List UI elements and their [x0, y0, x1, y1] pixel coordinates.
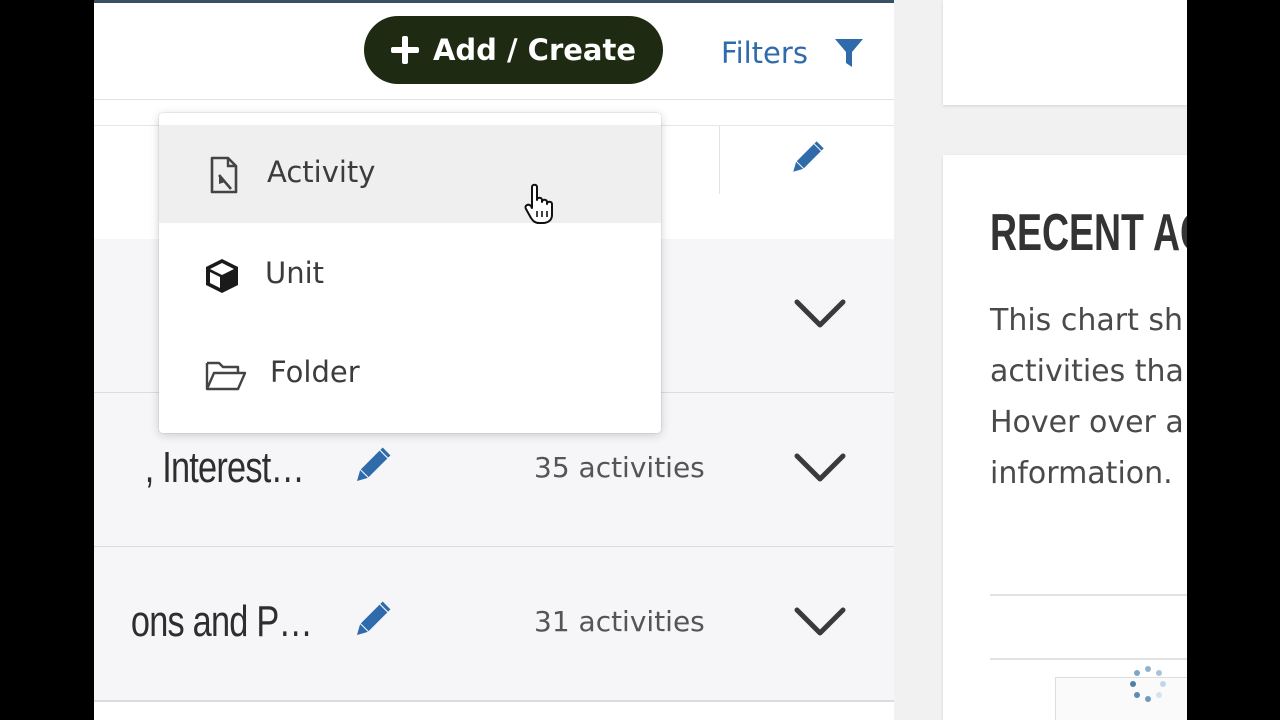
right-top-card — [943, 0, 1187, 105]
menu-item-label: Activity — [267, 155, 376, 189]
row-title: ons and P… — [130, 597, 312, 646]
hand-pointer-cursor-icon — [524, 183, 553, 224]
recent-activity-description: This chart sh activities tha Hover over … — [990, 295, 1187, 499]
description-line: activities tha — [990, 354, 1184, 389]
filters-label: Filters — [721, 36, 808, 70]
loading-spinner-icon — [1130, 666, 1166, 702]
pencil-edit-icon[interactable] — [786, 139, 826, 179]
menu-item-label: Folder — [270, 355, 360, 389]
add-create-button[interactable]: Add / Create — [364, 16, 663, 84]
menu-item-unit[interactable]: Unit — [159, 226, 661, 324]
pencil-edit-icon[interactable] — [349, 445, 393, 489]
divider — [990, 594, 1187, 596]
menu-item-label: Unit — [265, 256, 325, 290]
row-title: , Interest… — [144, 443, 304, 492]
plus-icon — [390, 36, 419, 64]
main-panel: Add / Create Filters ri — [94, 0, 894, 720]
chevron-down-icon[interactable] — [794, 299, 846, 329]
menu-item-folder[interactable]: Folder — [159, 325, 661, 423]
filters-button[interactable]: Filters — [721, 31, 864, 75]
recent-activity-card: RECENT AC This chart sh activities tha H… — [943, 155, 1187, 720]
header-divider — [719, 126, 720, 194]
cube-icon — [206, 259, 238, 293]
add-create-label: Add / Create — [432, 33, 637, 67]
table-row[interactable]: ons and P… 31 activities — [94, 547, 894, 702]
description-line: Hover over a — [990, 405, 1184, 440]
chevron-down-icon[interactable] — [794, 453, 846, 483]
recent-activity-title: RECENT AC — [990, 204, 1187, 262]
pencil-edit-icon[interactable] — [349, 599, 393, 643]
app-viewport: Add / Create Filters ri — [94, 0, 1187, 720]
toolbar: Add / Create Filters — [94, 3, 894, 100]
chevron-down-icon[interactable] — [794, 607, 846, 637]
activity-document-icon — [210, 156, 238, 194]
add-create-dropdown-menu: Activity Unit Folder — [159, 113, 661, 433]
filter-funnel-icon — [834, 39, 863, 67]
divider — [990, 658, 1187, 660]
description-line: This chart sh — [990, 303, 1184, 338]
menu-item-activity[interactable]: Activity — [159, 125, 661, 223]
folder-open-icon — [205, 361, 247, 391]
row-activity-count: 31 activities — [534, 605, 705, 638]
description-line: information. — [990, 456, 1173, 491]
row-activity-count: 35 activities — [534, 451, 705, 484]
